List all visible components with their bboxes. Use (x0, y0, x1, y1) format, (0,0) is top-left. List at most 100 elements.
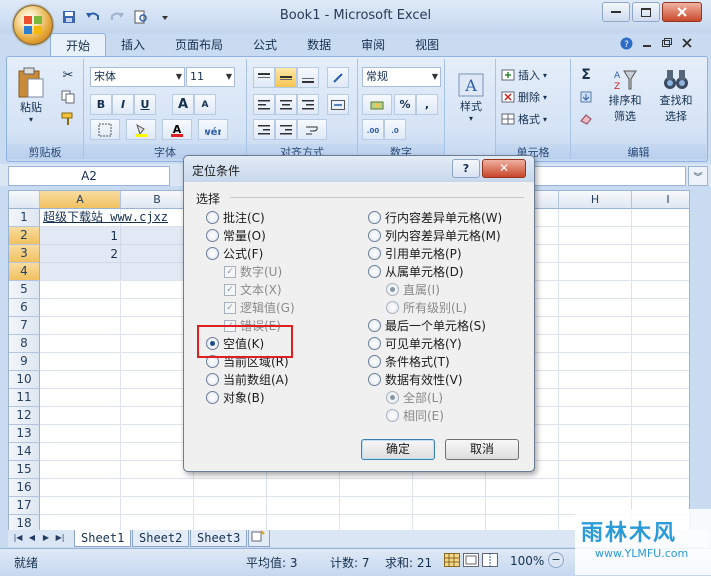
help-icon[interactable]: ? (620, 37, 633, 50)
decrease-indent-button[interactable] (253, 119, 275, 140)
tab-view[interactable]: 视图 (400, 33, 454, 57)
radio-options_left-1[interactable]: 常量(O) (206, 227, 266, 244)
phonetic-button[interactable]: wén (198, 119, 228, 140)
radio-options_right-9[interactable]: 数据有效性(V) (368, 371, 463, 388)
workbook-close-icon[interactable] (681, 37, 693, 49)
merge-center-button[interactable] (327, 94, 349, 115)
orientation-button[interactable] (327, 67, 349, 88)
bold-button[interactable]: B (90, 94, 112, 115)
tab-insert[interactable]: 插入 (106, 33, 160, 57)
column-header-i[interactable]: I (632, 191, 689, 209)
row-header-5[interactable]: 5 (9, 281, 40, 299)
cell-a3[interactable]: 2 (40, 246, 118, 263)
zoom-level[interactable]: 100% (510, 554, 544, 568)
radio-options_right-7[interactable]: 可见单元格(Y) (368, 335, 462, 352)
prev-sheet-icon[interactable]: ◀ (26, 532, 38, 544)
minimize-button[interactable] (602, 2, 630, 22)
next-sheet-icon[interactable]: ▶ (40, 532, 52, 544)
close-button[interactable] (662, 2, 702, 22)
row-header-13[interactable]: 13 (9, 425, 40, 443)
radio-options_right-2[interactable]: 引用单元格(P) (368, 245, 462, 262)
dialog-close-button[interactable]: ✕ (482, 159, 526, 178)
cell-a1[interactable]: 超级下载站 www.cjxz (43, 209, 193, 226)
tab-home[interactable]: 开始 (50, 33, 107, 58)
tab-review[interactable]: 审阅 (346, 33, 400, 57)
page-layout-view-icon[interactable] (463, 553, 479, 567)
font-color-button[interactable]: A (162, 119, 192, 140)
column-header-a[interactable]: A (40, 191, 121, 209)
find-select-button[interactable]: 查找和 选择 (651, 63, 701, 129)
italic-button[interactable]: I (112, 94, 134, 115)
row-header-15[interactable]: 15 (9, 461, 40, 479)
first-sheet-icon[interactable]: |◀ (12, 532, 24, 544)
radio-options_left-10[interactable]: 对象(B) (206, 389, 265, 406)
format-painter-button[interactable] (57, 109, 79, 129)
increase-indent-button[interactable] (275, 119, 297, 140)
align-center-button[interactable] (275, 94, 297, 115)
sheet-tab-1[interactable]: Sheet1 (74, 530, 132, 547)
number-format-select[interactable]: 常规 ▼ (362, 67, 441, 87)
fill-color-button[interactable] (126, 119, 156, 140)
align-right-button[interactable] (297, 94, 319, 115)
cut-button[interactable]: ✂ (57, 65, 79, 85)
borders-button[interactable] (90, 119, 120, 140)
last-sheet-icon[interactable]: ▶| (54, 532, 66, 544)
row-header-3[interactable]: 3 (9, 245, 40, 263)
currency-button[interactable] (362, 94, 392, 115)
row-header-1[interactable]: 1 (9, 209, 40, 227)
row-header-8[interactable]: 8 (9, 335, 40, 353)
row-header-16[interactable]: 16 (9, 479, 40, 497)
tab-formulas[interactable]: 公式 (238, 33, 292, 57)
underline-button[interactable]: U (134, 94, 156, 115)
dialog-help-button[interactable]: ? (452, 159, 480, 178)
row-header-10[interactable]: 10 (9, 371, 40, 389)
tab-page-layout[interactable]: 页面布局 (160, 33, 238, 57)
workbook-minimize-icon[interactable] (641, 37, 653, 49)
row-header-4[interactable]: 4 (9, 263, 40, 281)
fill-button[interactable] (573, 87, 599, 107)
sort-filter-button[interactable]: AZ 排序和 筛选 (601, 63, 649, 129)
office-button[interactable] (13, 5, 53, 45)
sheet-tab-3[interactable]: Sheet3 (190, 530, 248, 547)
ok-button[interactable]: 确定 (361, 439, 435, 460)
styles-button[interactable]: A 样式 ▾ (451, 65, 491, 129)
increase-decimal-button[interactable]: .00 (362, 119, 384, 140)
column-header-h[interactable]: H (559, 191, 632, 209)
row-header-6[interactable]: 6 (9, 299, 40, 317)
normal-view-icon[interactable] (444, 553, 460, 567)
comma-button[interactable]: , (416, 94, 438, 115)
autosum-button[interactable]: Σ (573, 65, 599, 85)
paste-button[interactable]: 粘贴 ▾ (13, 63, 49, 127)
align-left-button[interactable] (253, 94, 275, 115)
align-bottom-button[interactable] (297, 67, 319, 88)
workbook-restore-icon[interactable] (661, 37, 673, 49)
tab-data[interactable]: 数据 (292, 33, 346, 57)
select-all-corner[interactable] (9, 191, 40, 209)
radio-options_right-1[interactable]: 列内容差异单元格(M) (368, 227, 501, 244)
copy-button[interactable] (57, 87, 79, 107)
radio-options_right-8[interactable]: 条件格式(T) (368, 353, 450, 370)
page-break-view-icon[interactable] (482, 553, 498, 567)
row-header-7[interactable]: 7 (9, 317, 40, 335)
row-header-2[interactable]: 2 (9, 227, 40, 245)
cancel-button[interactable]: 取消 (445, 439, 519, 460)
grow-font-button[interactable]: A (172, 94, 194, 115)
insert-sheet-button[interactable] (248, 530, 270, 547)
expand-formula-bar-button[interactable]: ︾ (688, 166, 708, 186)
align-middle-button[interactable] (275, 67, 297, 88)
radio-options_right-6[interactable]: 最后一个单元格(S) (368, 317, 486, 334)
cell-a2[interactable]: 1 (40, 228, 118, 245)
format-cells-button[interactable]: 格式 ▾ (500, 109, 566, 129)
maximize-button[interactable] (632, 2, 660, 22)
sheet-tab-2[interactable]: Sheet2 (132, 530, 190, 547)
row-header-9[interactable]: 9 (9, 353, 40, 371)
row-header-14[interactable]: 14 (9, 443, 40, 461)
shrink-font-button[interactable]: A (194, 94, 216, 115)
percent-button[interactable]: % (394, 94, 416, 115)
align-top-button[interactable] (253, 67, 275, 88)
insert-cells-button[interactable]: 插入 ▾ (500, 65, 566, 85)
radio-options_left-9[interactable]: 当前数组(A) (206, 371, 289, 388)
row-header-11[interactable]: 11 (9, 389, 40, 407)
decrease-decimal-button[interactable]: .0 (384, 119, 406, 140)
font-name-select[interactable]: 宋体 ▼ (90, 67, 185, 87)
